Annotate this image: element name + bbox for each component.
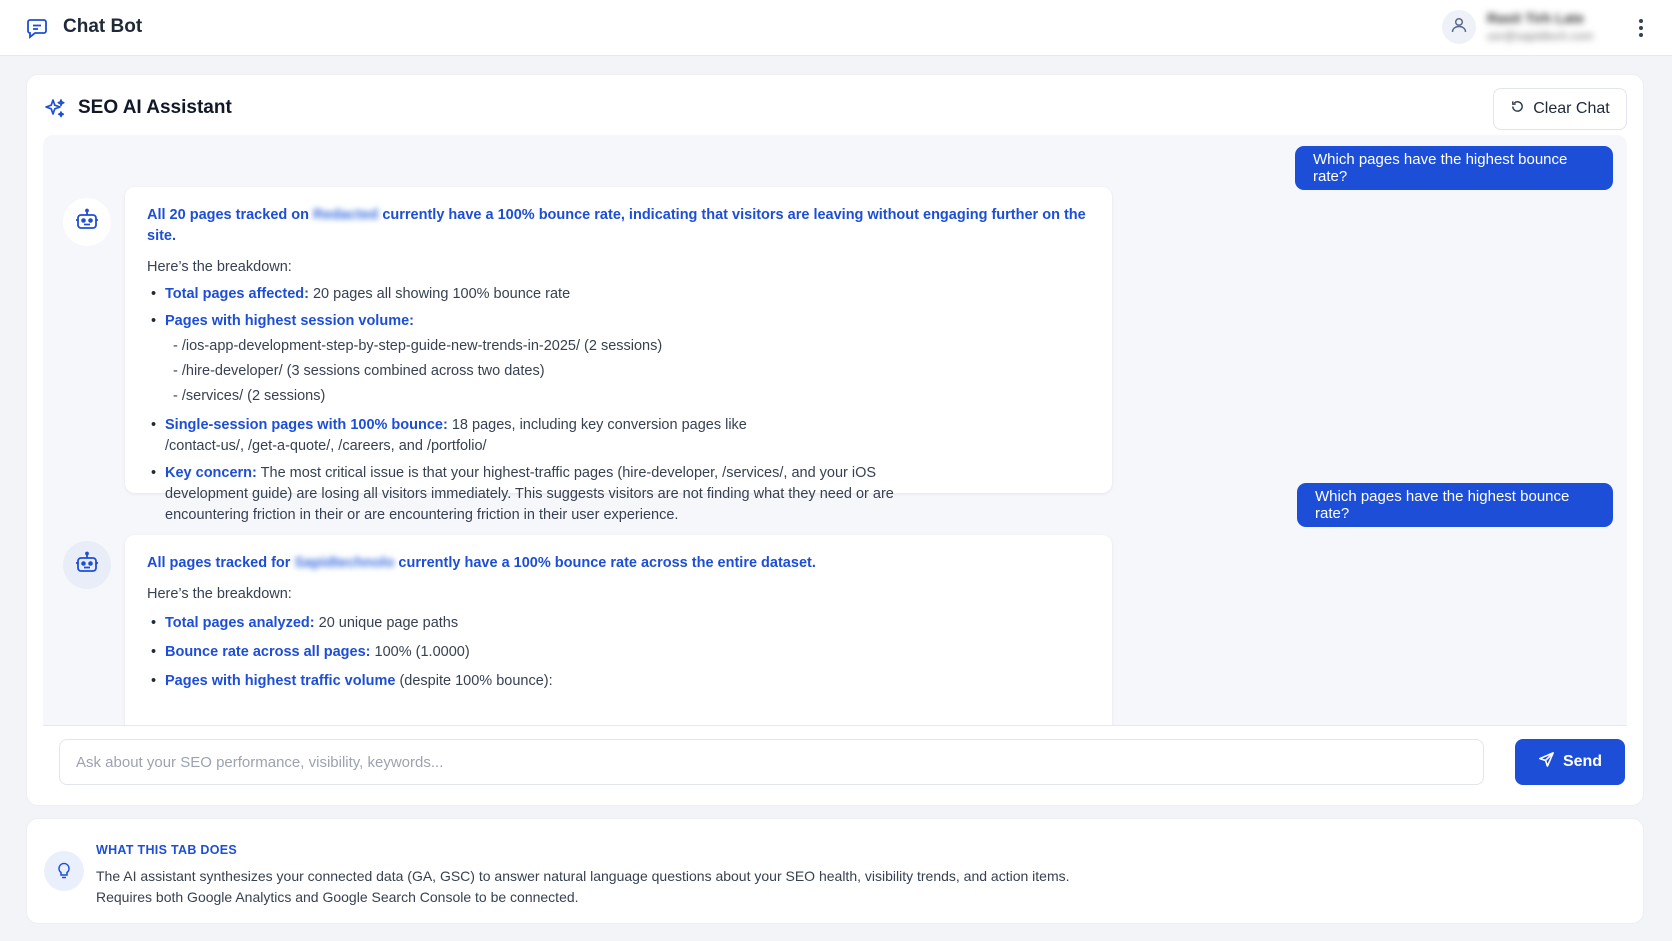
- item-value: (despite 100% bounce):: [395, 673, 553, 690]
- list-item: Total pages affected: 20 pages all showi…: [147, 284, 1090, 305]
- lead-text: All pages tracked for: [147, 555, 291, 571]
- breakdown-intro: Here’s the breakdown:: [147, 586, 292, 603]
- item-key: Single-session pages with 100% bounce:: [165, 417, 448, 434]
- sub-item: - /ios-app-development-step-by-step-guid…: [173, 338, 663, 355]
- chat-bubble-icon: [26, 17, 48, 39]
- sparkles-icon: [43, 97, 67, 121]
- item-value: 100% (1.0000): [370, 644, 470, 661]
- chat-input[interactable]: [59, 739, 1484, 785]
- clear-chat-label: Clear Chat: [1533, 100, 1610, 117]
- chat-messages[interactable]: Which pages have the highest bounce rate…: [43, 135, 1627, 725]
- bot-message: All pages tracked for Sapidtechnolo curr…: [125, 535, 1112, 725]
- redacted-site-name: Redacted: [313, 207, 379, 223]
- bot-message: All 20 pages tracked on Redacted current…: [125, 187, 1112, 523]
- info-line: The AI assistant synthesizes your connec…: [96, 868, 1070, 884]
- send-label: Send: [1562, 753, 1603, 770]
- item-value: The most critical issue is that your hig…: [165, 465, 894, 524]
- lightbulb-icon: [44, 851, 84, 891]
- user-message: Which pages have the highest bounce rate…: [1297, 483, 1613, 527]
- item-key: Pages with highest session volume:: [165, 313, 414, 330]
- user-icon: [1450, 16, 1468, 39]
- sub-item: - /hire-developer/ (3 sessions combined …: [173, 363, 545, 380]
- bot-message-lead: All pages tracked for Sapidtechnolo curr…: [147, 553, 1090, 574]
- top-bar: Chat Bot Rasit Tirh Late usr@sapidtech.c…: [0, 0, 1672, 56]
- assistant-title: SEO AI Assistant: [78, 97, 232, 118]
- list-item: Single-session pages with 100% bounce: 1…: [147, 415, 747, 457]
- sub-item: - /services/ (2 sessions): [173, 388, 326, 405]
- bot-message-lead: All 20 pages tracked on Redacted current…: [147, 205, 1090, 247]
- robot-icon: [74, 550, 100, 581]
- list-item: Pages with highest session volume: - /io…: [147, 311, 1090, 407]
- item-key: Total pages affected:: [165, 286, 309, 303]
- list-item: Pages with highest traffic volume (despi…: [147, 671, 1090, 692]
- breakdown-list: Total pages affected: 20 pages all showi…: [147, 284, 1090, 526]
- assistant-panel: SEO AI Assistant Clear Chat Which pages …: [26, 74, 1644, 806]
- composer: Send: [43, 725, 1627, 795]
- info-description: The AI assistant synthesizes your connec…: [96, 866, 1070, 908]
- list-item: Bounce rate across all pages: 100% (1.00…: [147, 642, 1090, 663]
- item-key: Bounce rate across all pages:: [165, 644, 371, 661]
- refresh-icon: [1510, 99, 1525, 119]
- user-avatar[interactable]: [1442, 10, 1476, 44]
- redacted-site-name: Sapidtechnolo: [294, 555, 395, 571]
- kebab-menu-icon[interactable]: [1634, 17, 1648, 39]
- item-value: 20 pages all showing 100% bounce rate: [308, 286, 571, 303]
- tab-info-panel: WHAT THIS TAB DOES The AI assistant synt…: [26, 818, 1644, 924]
- list-item: Key concern: The most critical issue is …: [147, 463, 897, 526]
- robot-icon: [74, 207, 100, 238]
- bot-avatar: [63, 198, 111, 246]
- breakdown-list: Total pages analyzed: 20 unique page pat…: [147, 613, 1090, 692]
- info-heading: WHAT THIS TAB DOES: [96, 843, 238, 857]
- item-value: 20 unique page paths: [314, 615, 459, 632]
- item-key: Total pages analyzed:: [165, 615, 315, 632]
- item-key: Pages with highest traffic volume: [165, 673, 396, 690]
- list-item: Total pages analyzed: 20 unique page pat…: [147, 613, 1090, 634]
- app-title: Chat Bot: [63, 16, 143, 37]
- user-name: Rasit Tirh Late: [1487, 10, 1584, 26]
- bot-avatar: [63, 541, 111, 589]
- send-button[interactable]: Send: [1515, 739, 1625, 785]
- info-line: Requires both Google Analytics and Googl…: [96, 889, 579, 905]
- user-message: Which pages have the highest bounce rate…: [1295, 146, 1613, 190]
- lead-text: All 20 pages tracked on: [147, 207, 309, 223]
- user-email: usr@sapidtech.com: [1487, 29, 1594, 43]
- sub-list: - /ios-app-development-step-by-step-guid…: [165, 336, 1090, 407]
- lead-text: currently have a 100% bounce rate across…: [398, 555, 816, 571]
- breakdown-intro: Here’s the breakdown:: [147, 259, 292, 276]
- clear-chat-button[interactable]: Clear Chat: [1493, 88, 1627, 130]
- send-icon: [1538, 751, 1555, 773]
- item-key: Key concern:: [165, 465, 257, 482]
